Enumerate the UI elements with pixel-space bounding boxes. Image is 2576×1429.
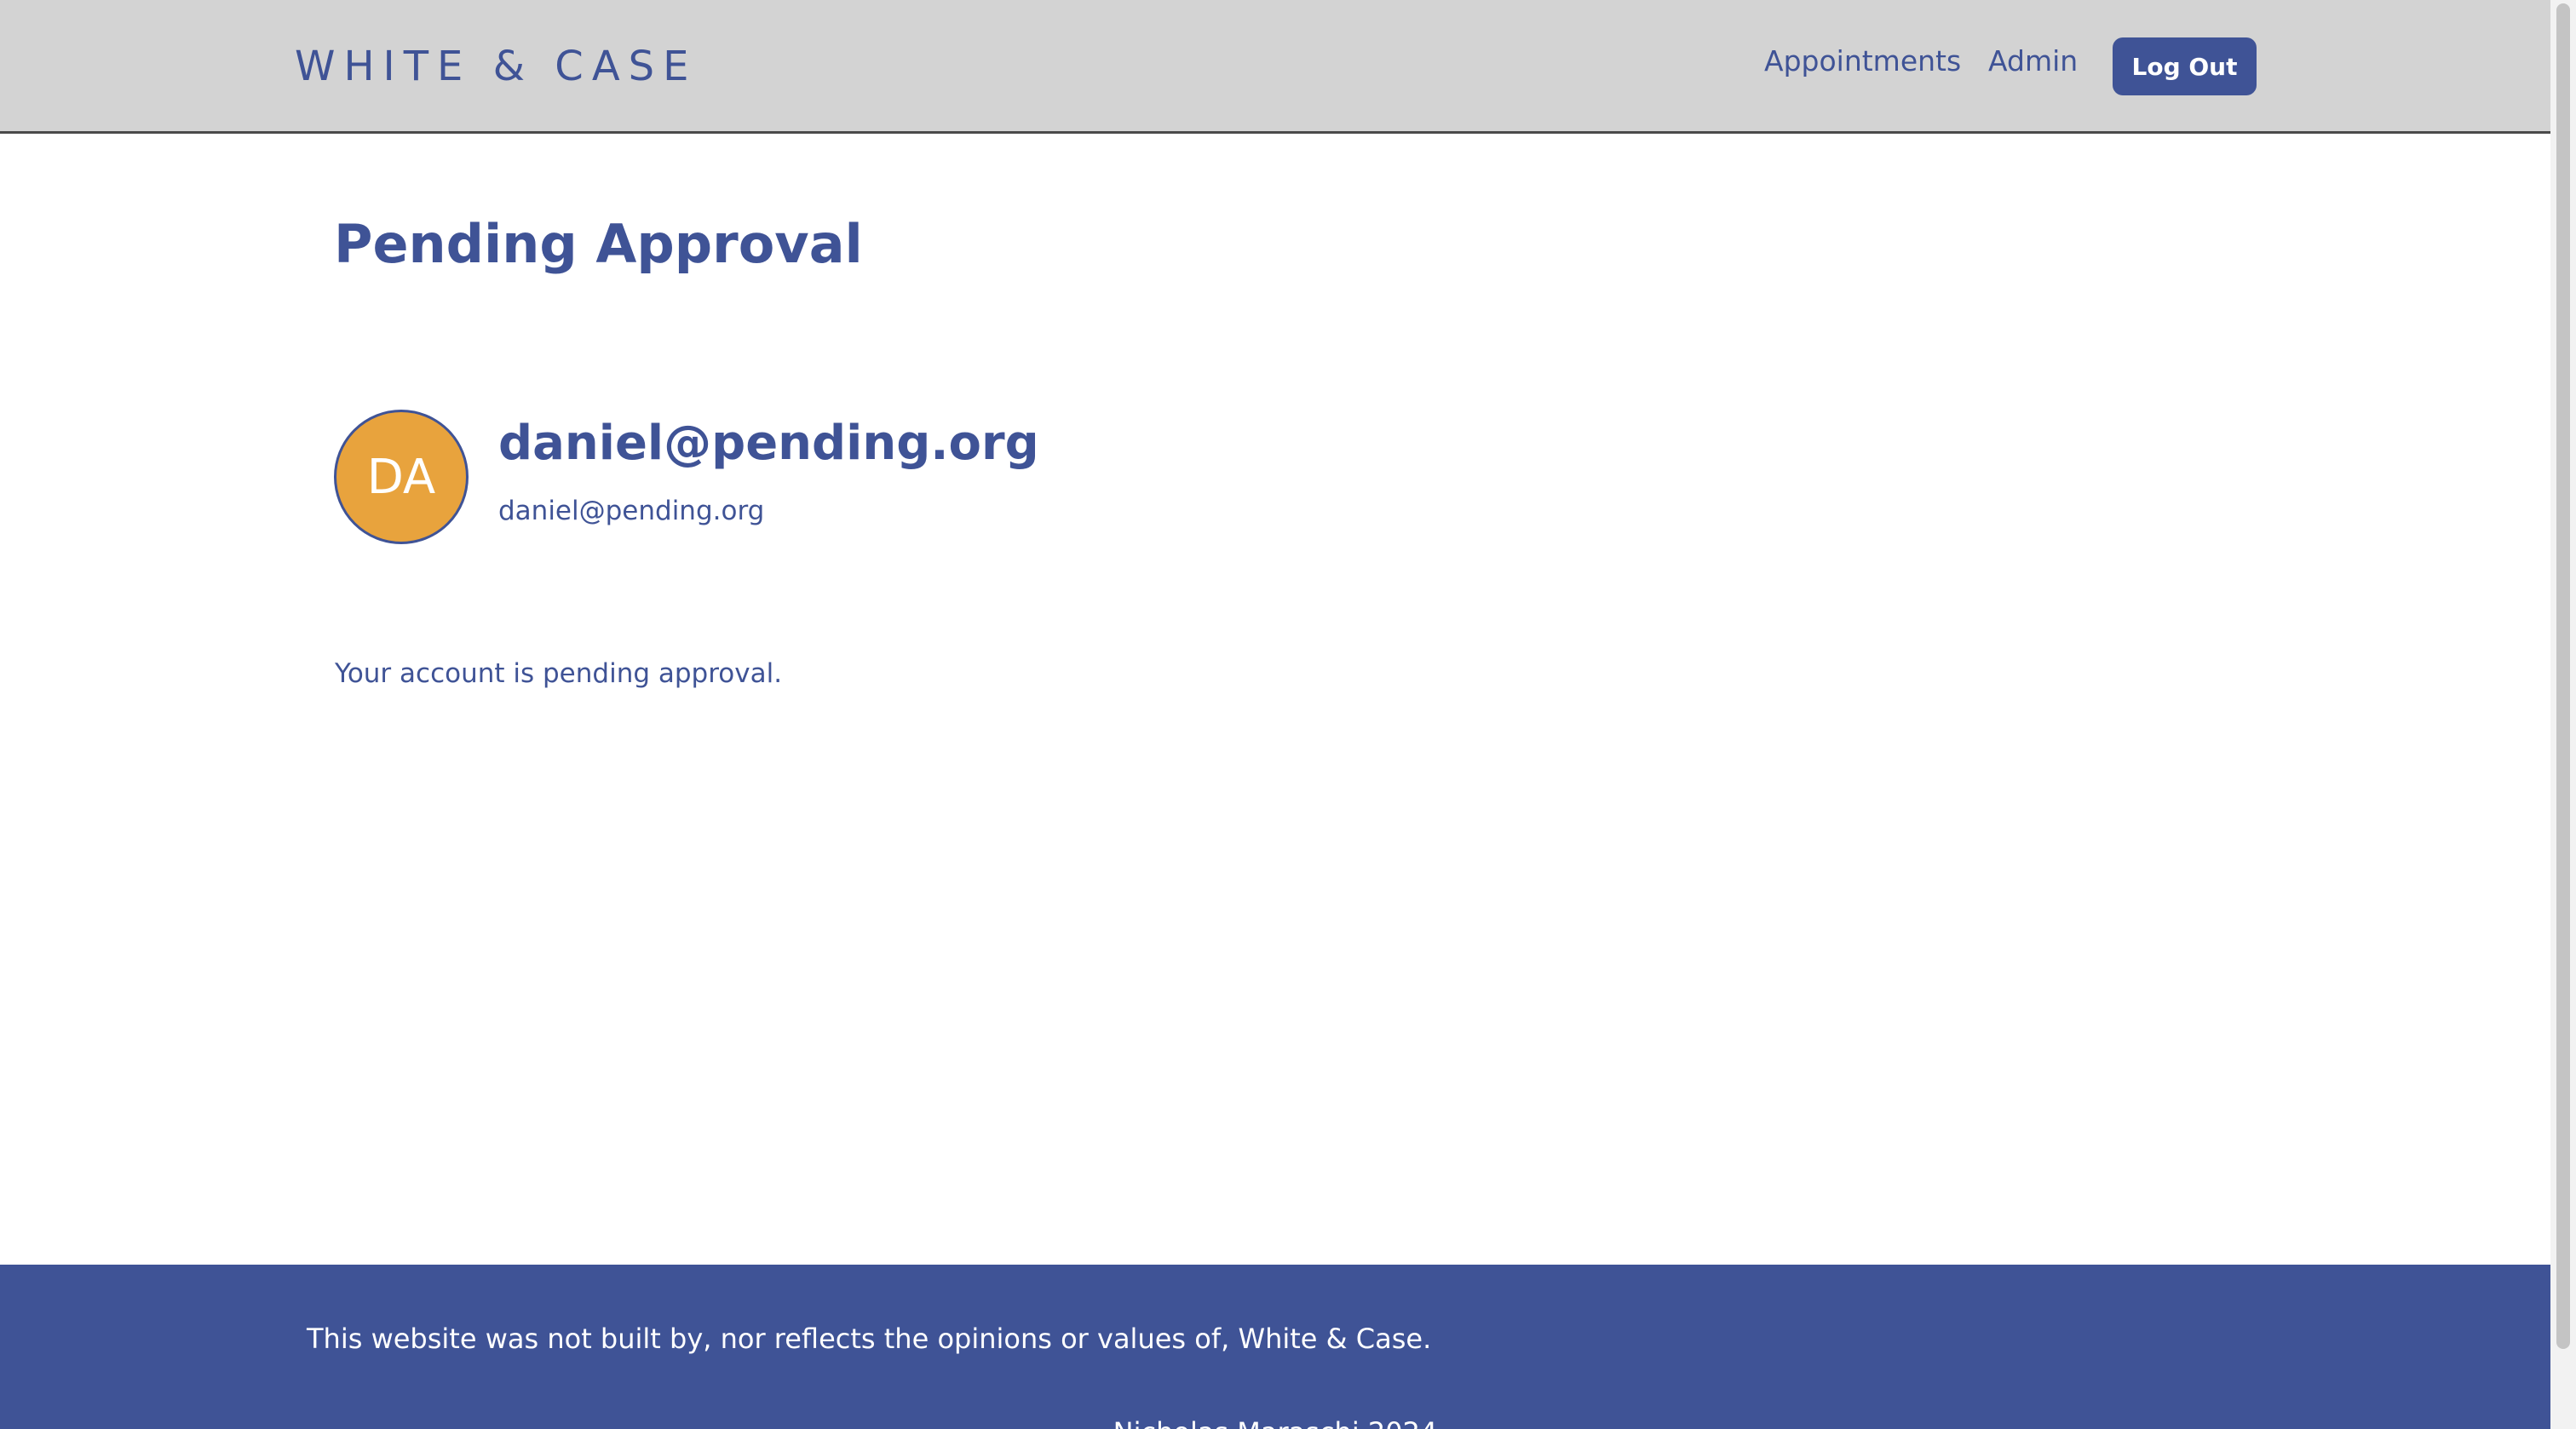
avatar: DA [334, 410, 469, 544]
footer: This website was not built by, nor refle… [0, 1265, 2550, 1429]
page: WHITE & CASE Appointments Admin Log Out … [0, 0, 2576, 1429]
footer-credit: Nicholas Maraschi 2024 [0, 1416, 2550, 1429]
log-out-button[interactable]: Log Out [2113, 37, 2257, 95]
profile-name: daniel@pending.org [498, 416, 1039, 471]
vertical-scrollbar[interactable] [2550, 0, 2576, 1429]
profile-email: daniel@pending.org [498, 496, 765, 526]
top-navbar: WHITE & CASE Appointments Admin Log Out [0, 0, 2550, 134]
scrollbar-thumb[interactable] [2556, 3, 2570, 1349]
brand-logo[interactable]: WHITE & CASE [295, 43, 697, 90]
page-title: Pending Approval [334, 213, 863, 275]
footer-disclaimer: This website was not built by, nor refle… [307, 1323, 1432, 1355]
pending-status-message: Your account is pending approval. [335, 658, 783, 689]
avatar-initials: DA [366, 449, 436, 505]
nav-link-appointments[interactable]: Appointments [1764, 44, 1961, 77]
nav-link-admin[interactable]: Admin [1988, 44, 2078, 77]
brand-logo-text: WHITE & CASE [295, 43, 698, 90]
